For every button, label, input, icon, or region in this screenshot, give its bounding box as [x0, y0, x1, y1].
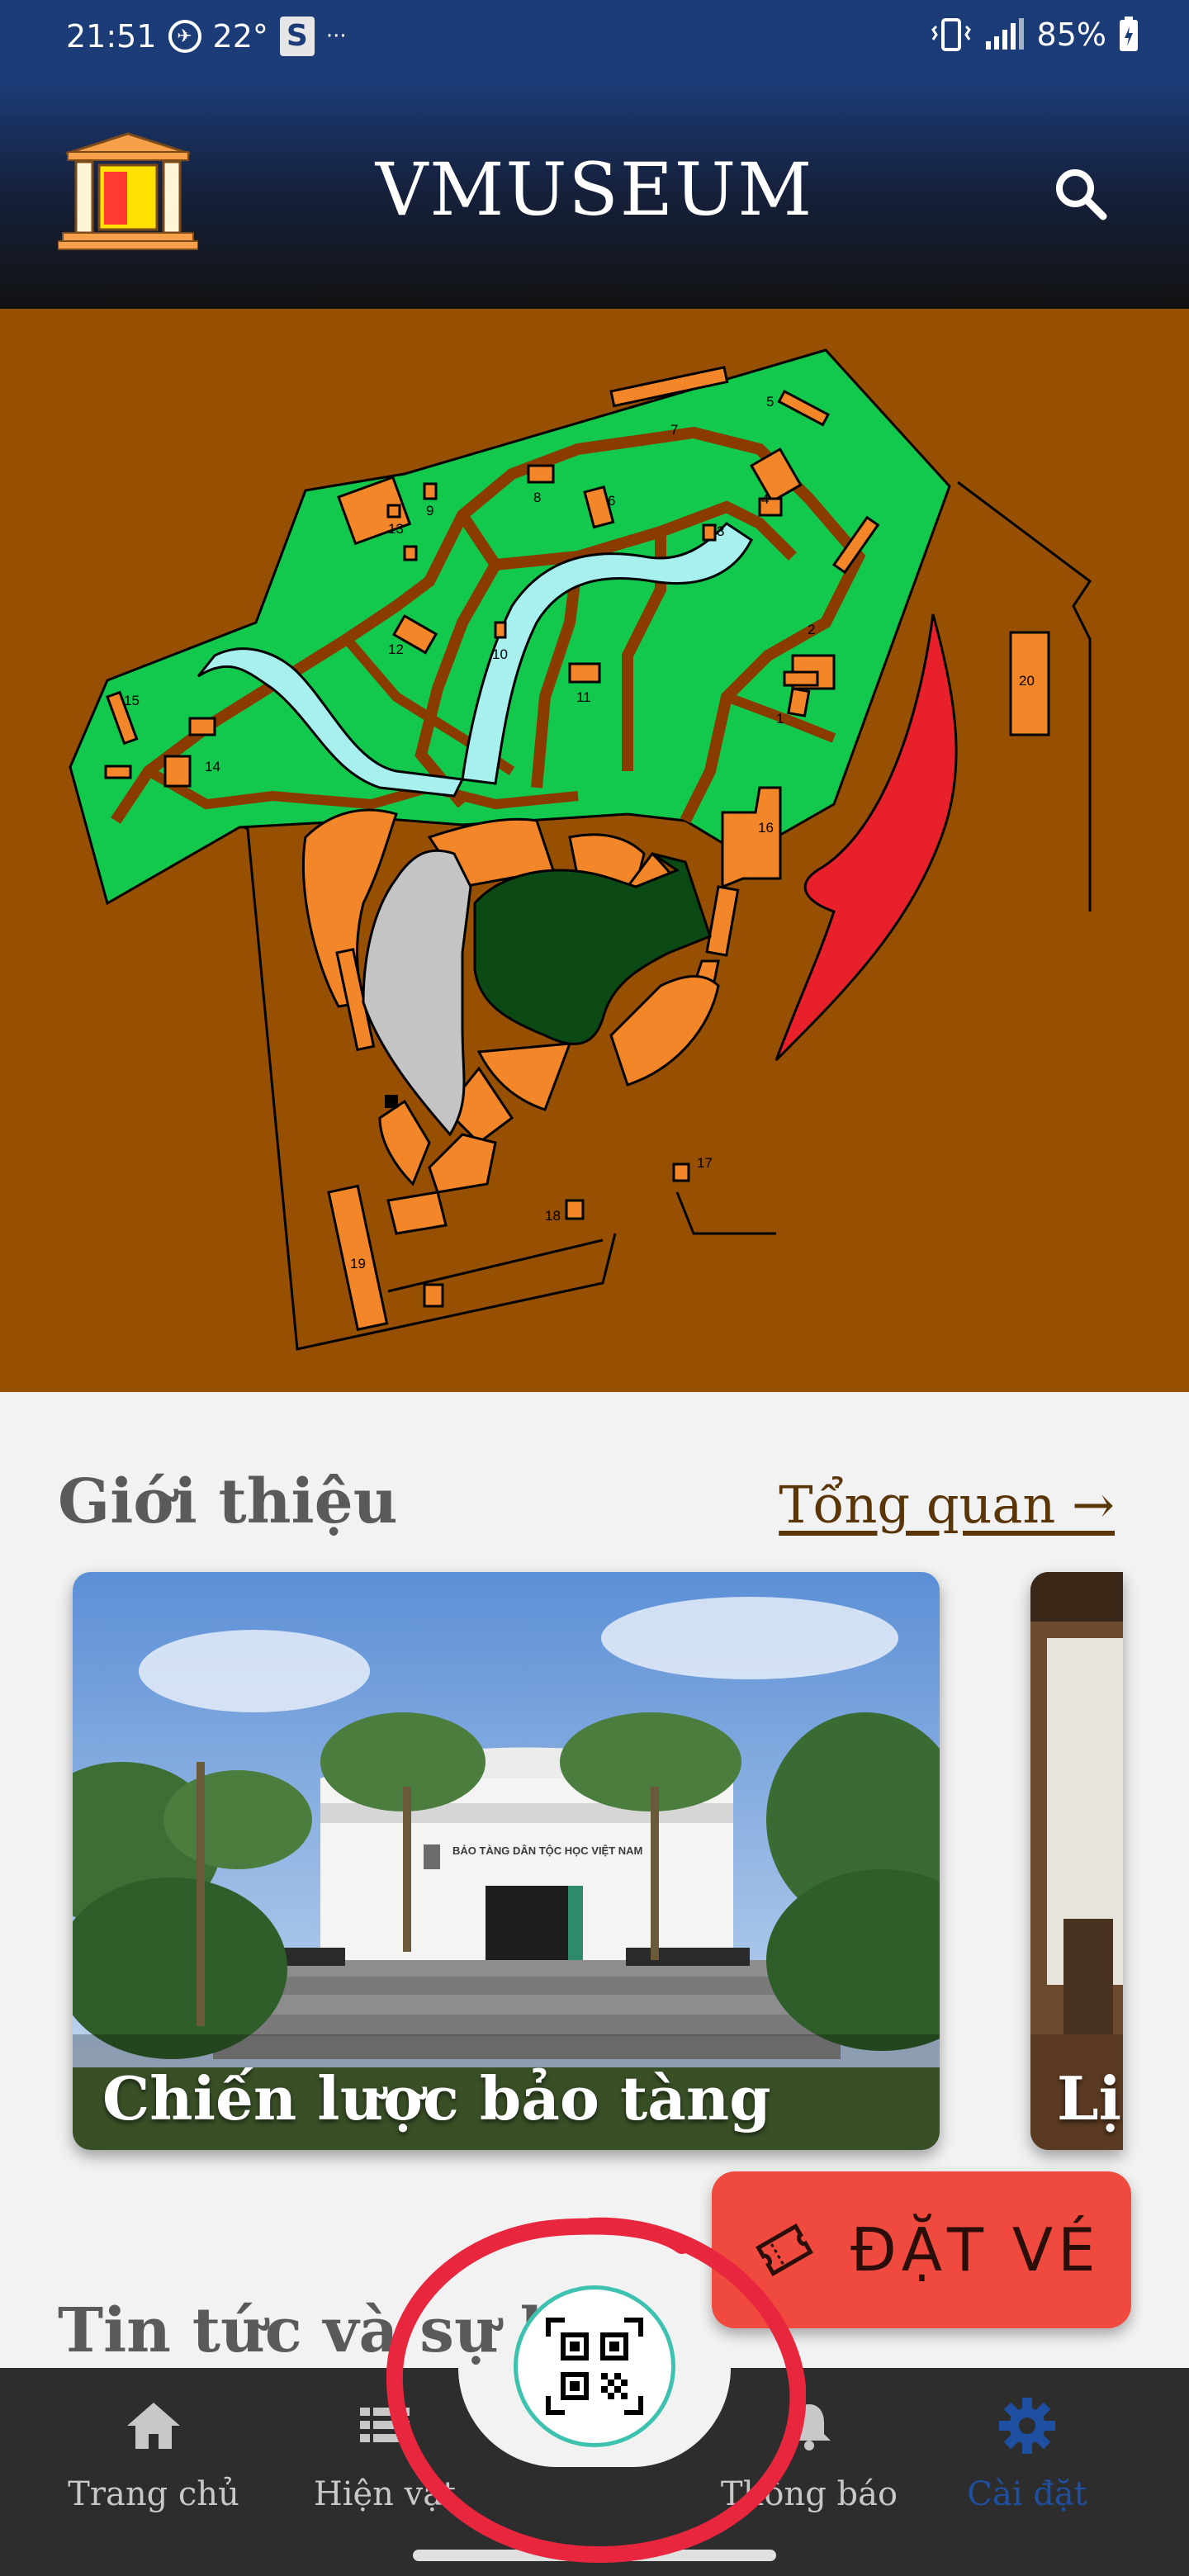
- map-label: 9: [426, 503, 433, 519]
- map-label: 10: [492, 646, 508, 662]
- compass-icon: ✈: [168, 20, 201, 53]
- nav-item-settings[interactable]: Cài đặt: [928, 2393, 1126, 2513]
- ticket-icon: [756, 2223, 813, 2277]
- home-gesture-bar[interactable]: [413, 2550, 776, 2561]
- map-label: 7: [670, 422, 678, 438]
- museum-map[interactable]: 1 2 3 4 5 6 7 8 9 10 11 12 13 14 15 16 1…: [0, 309, 1189, 1392]
- nav-label: Cài đặt: [967, 2475, 1087, 2513]
- map-label: 14: [205, 759, 220, 774]
- map-label: 6: [608, 493, 615, 509]
- status-temperature: 22°: [212, 18, 268, 54]
- app-title: VMUSEUM: [375, 147, 814, 232]
- overview-link[interactable]: Tổng quan →: [779, 1475, 1115, 1535]
- battery-percent: 85%: [1036, 17, 1106, 53]
- map-label: 15: [124, 693, 140, 708]
- nav-label: Thông báo: [720, 2475, 898, 2513]
- nav-item-home[interactable]: Trang chủ: [54, 2393, 253, 2513]
- map-label: 2: [808, 622, 815, 637]
- map-label: 11: [576, 689, 591, 705]
- map-label: 17: [697, 1155, 713, 1171]
- card-label: Lị: [1057, 2063, 1121, 2133]
- intro-card[interactable]: BẢO TÀNG DÂN TỘC HỌC VIỆT NAM Chiến lược…: [73, 1572, 940, 2150]
- search-icon[interactable]: [1049, 162, 1115, 228]
- qr-code-icon: [546, 2318, 643, 2415]
- nav-item-notifications[interactable]: Thông báo: [710, 2393, 908, 2513]
- battery-icon: [1120, 17, 1138, 51]
- home-icon: [127, 2403, 180, 2449]
- map-label: 3: [717, 523, 724, 539]
- map-label: 4: [761, 491, 769, 507]
- map-label: 5: [766, 394, 774, 410]
- intro-card[interactable]: Lị: [1030, 1572, 1123, 2150]
- museum-sign-text: BẢO TÀNG DÂN TỘC HỌC VIỆT NAM: [452, 1844, 642, 1857]
- map-grey-area[interactable]: [362, 849, 472, 1137]
- status-time: 21:51: [66, 18, 157, 54]
- intro-section-title: Giới thiệu: [58, 1466, 398, 1537]
- status-bar: 21:51 ✈ 22° S ··· 85%: [0, 0, 1189, 79]
- qr-scan-button[interactable]: [514, 2285, 675, 2447]
- bell-icon: [788, 2404, 831, 2451]
- map-label: 1: [776, 711, 784, 727]
- list-icon: [360, 2408, 410, 2442]
- map-label: 12: [388, 642, 404, 657]
- map-label: 16: [758, 820, 774, 836]
- book-ticket-label: ĐẶT VÉ: [850, 2215, 1101, 2285]
- vibrate-icon: [931, 18, 971, 51]
- map-label: 8: [533, 490, 541, 505]
- book-ticket-button[interactable]: ĐẶT VÉ: [712, 2171, 1131, 2328]
- nav-label: Hiện vật: [313, 2475, 457, 2513]
- map-label: 19: [350, 1256, 366, 1271]
- card-label: Chiến lược bảo tàng: [102, 2063, 771, 2133]
- app-header: VMUSEUM: [0, 79, 1189, 309]
- nav-item-artifacts[interactable]: Hiện vật: [286, 2393, 484, 2513]
- map-label: 20: [1019, 673, 1035, 689]
- s-badge-icon: S: [279, 17, 315, 56]
- map-label: 13: [388, 521, 404, 537]
- signal-icon: [985, 18, 1024, 50]
- map-label: 18: [545, 1208, 561, 1224]
- gear-icon: [999, 2398, 1055, 2454]
- status-more: ···: [325, 24, 347, 49]
- nav-label: Trang chủ: [68, 2475, 239, 2513]
- museum-map-svg[interactable]: 1 2 3 4 5 6 7 8 9 10 11 12 13 14 15 16 1…: [0, 309, 1189, 1392]
